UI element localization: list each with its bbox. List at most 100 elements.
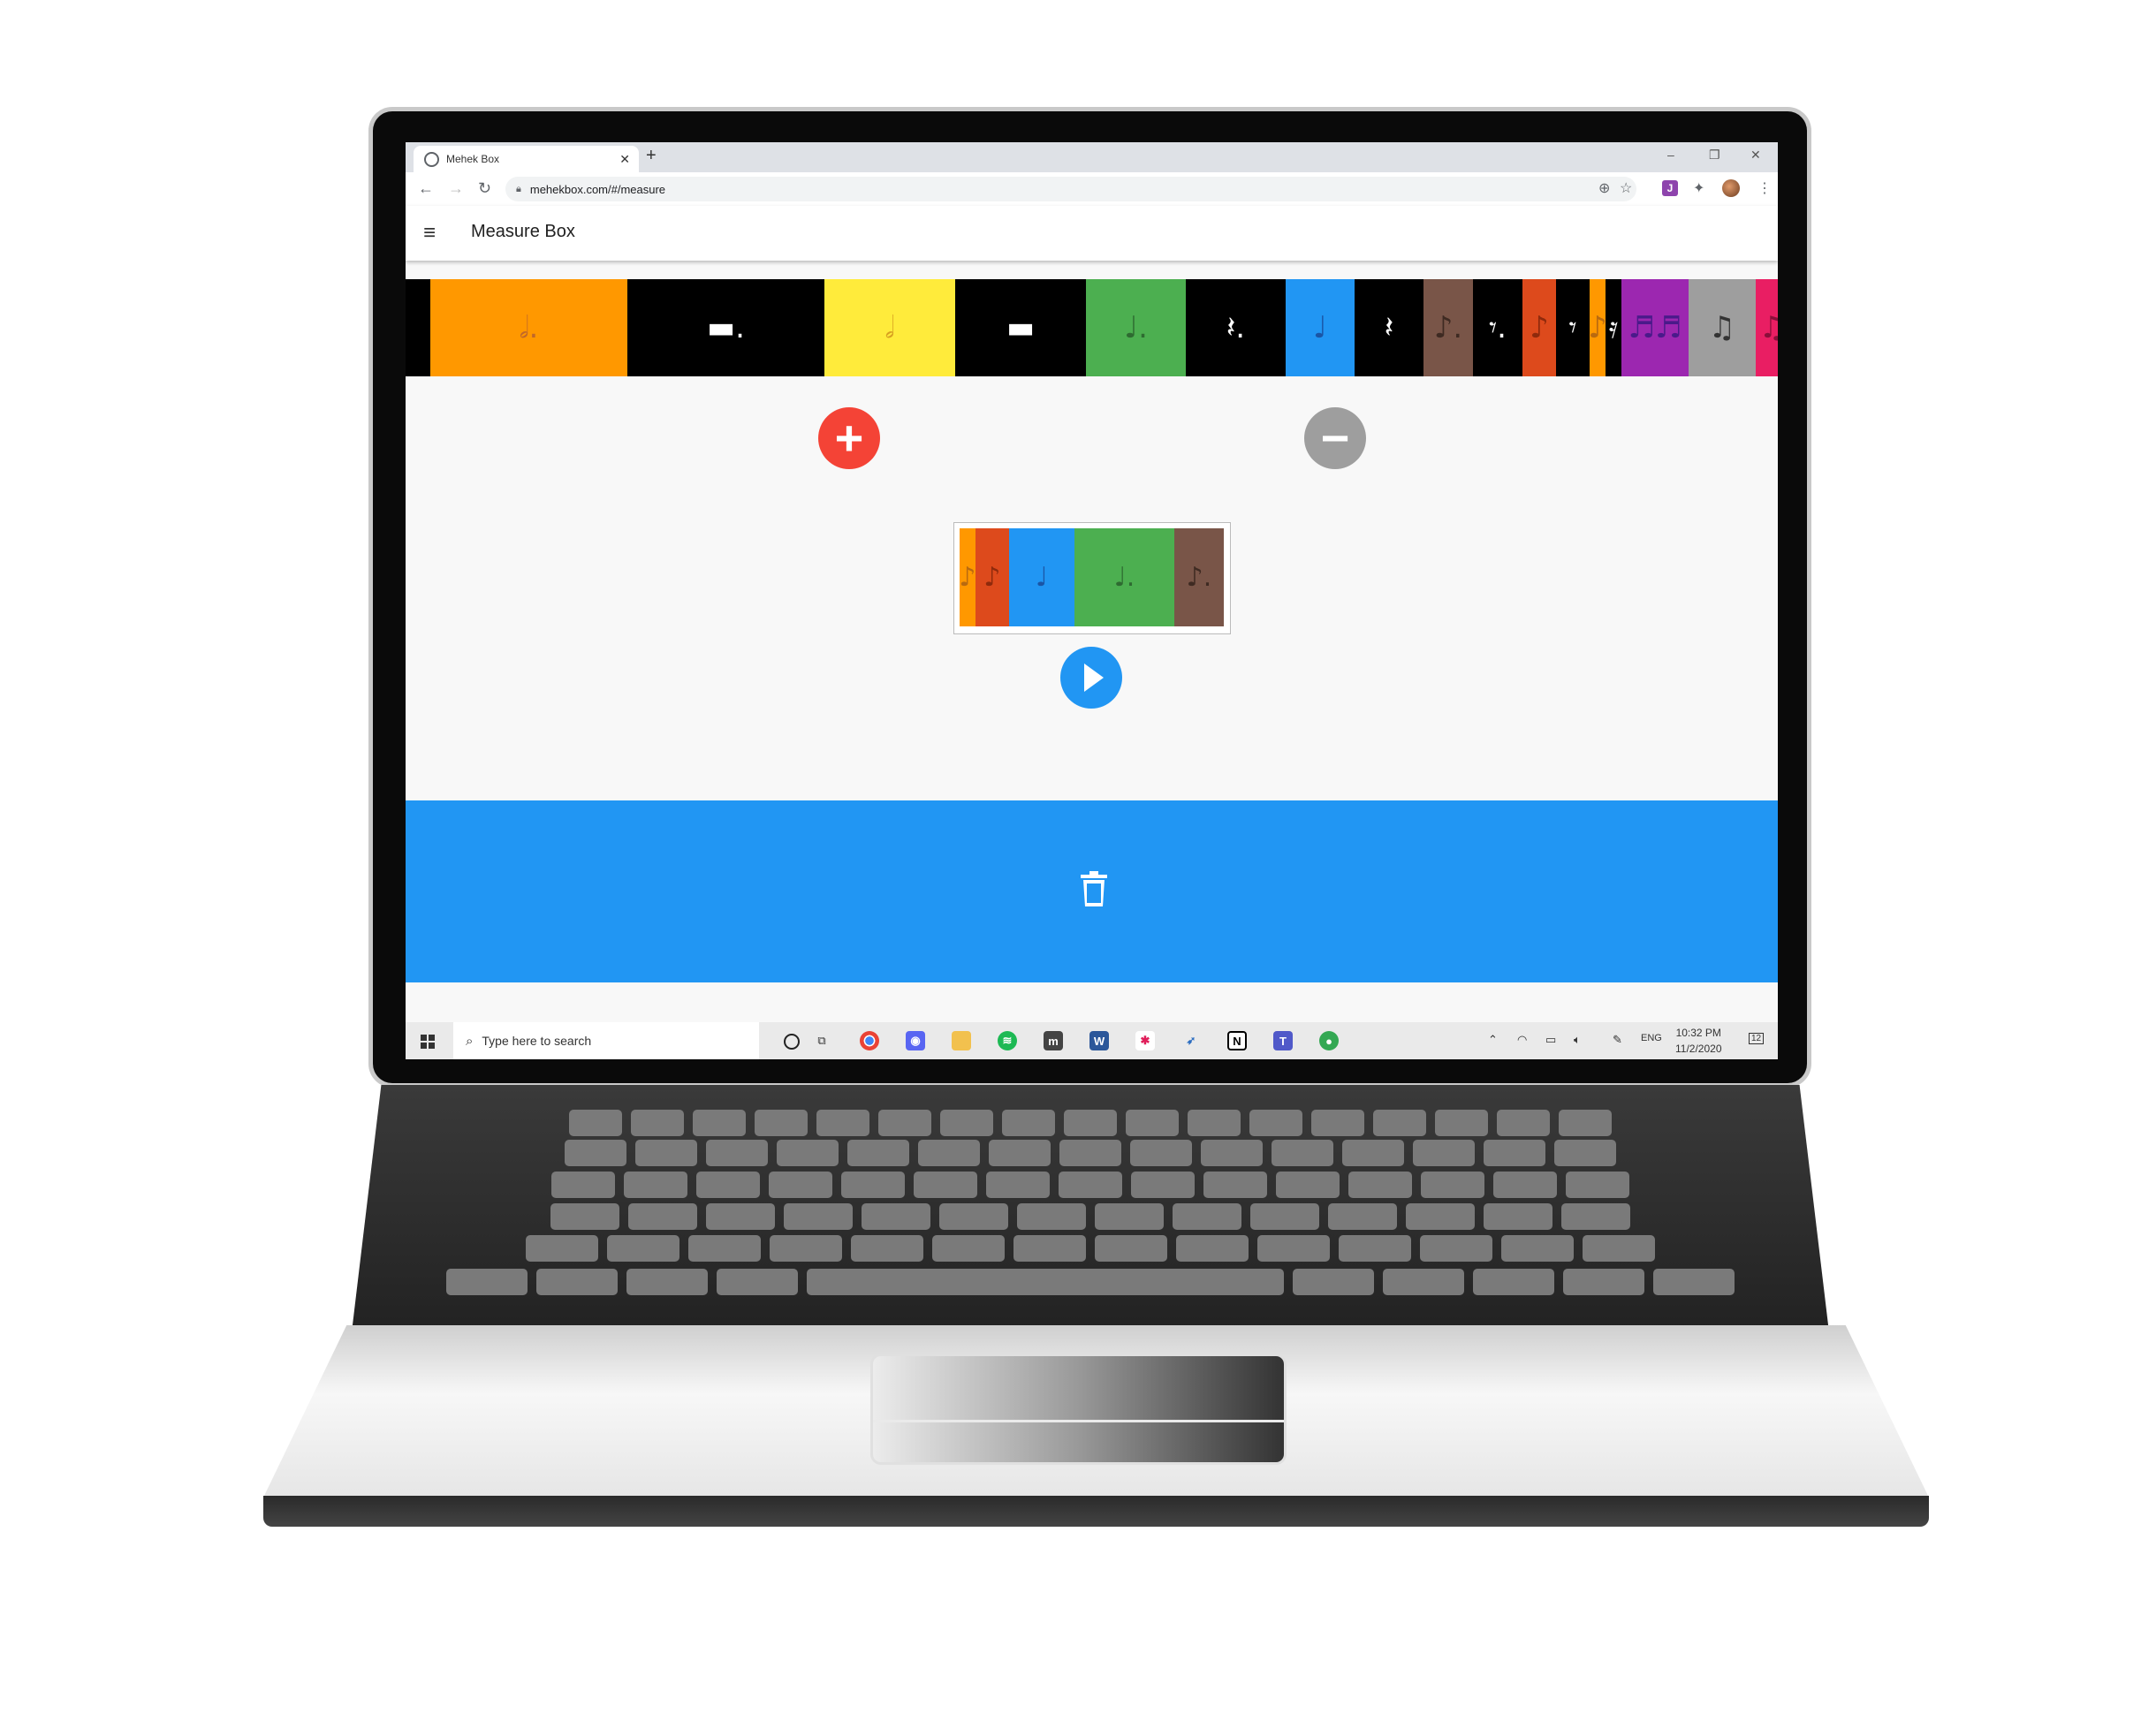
notion-icon[interactable]: N <box>1227 1031 1247 1050</box>
address-bar[interactable]: 🔒︎ mehekbox.com/#/measure <box>505 177 1636 201</box>
keyboard-key <box>1566 1172 1629 1198</box>
trash-drop-zone[interactable] <box>406 800 1778 982</box>
palette-dotted-half-note[interactable]: 𝅗𝅥. <box>430 279 627 376</box>
pen-icon[interactable]: ✎ <box>1613 1033 1622 1047</box>
measure-dotted-eighth-note[interactable]: ♪. <box>1174 528 1224 626</box>
keyboard-key <box>940 1110 993 1136</box>
keyboard-key <box>1501 1235 1574 1262</box>
palette-dotted-eighth-note[interactable]: ♪. <box>1423 279 1473 376</box>
measure-notes: ♪ ♪ ♩ ♩. ♪. <box>959 528 1225 628</box>
forward-arrow-icon[interactable]: → <box>448 179 464 198</box>
measure-quarter-note[interactable]: ♩ <box>1009 528 1074 626</box>
keyboard-key <box>1126 1110 1179 1136</box>
battery-icon[interactable]: ▭ <box>1545 1033 1556 1047</box>
keyboard-key <box>1095 1235 1167 1262</box>
keyboard-key <box>628 1203 697 1230</box>
palette-eighth-note[interactable]: ♪ <box>1522 279 1556 376</box>
palette-half-note[interactable]: 𝅗𝅥 <box>824 279 955 376</box>
measure-sixteenth-note[interactable]: ♪ <box>959 528 976 626</box>
keyboard-key <box>1561 1203 1630 1230</box>
notification-icon[interactable]: 12 <box>1749 1033 1765 1044</box>
palette-dotted-quarter-note[interactable]: ♩. <box>1086 279 1186 376</box>
palette-eighth-rest[interactable]: 𝄾 <box>1556 279 1590 376</box>
chevron-up-icon[interactable]: ⌃ <box>1488 1033 1498 1047</box>
more-icon[interactable]: ⋮ <box>1757 179 1772 197</box>
measure-eighth-note[interactable]: ♪ <box>976 528 1009 626</box>
new-tab-button[interactable]: + <box>646 146 657 166</box>
page-title: Measure Box <box>471 222 575 241</box>
browser-tab[interactable]: Mehek Box ✕ <box>414 146 639 172</box>
keyboard-key <box>1249 1110 1302 1136</box>
keyboard-row <box>352 1172 1829 1198</box>
add-measure-button[interactable]: + <box>818 407 880 469</box>
puzzle-icon[interactable]: ✦ <box>1693 179 1704 197</box>
keyboard-key <box>1484 1140 1545 1166</box>
minimize-button[interactable]: – <box>1667 148 1674 162</box>
play-button[interactable] <box>1060 647 1122 709</box>
star-icon[interactable]: ☆ <box>1620 179 1632 197</box>
keyboard-key <box>1420 1235 1492 1262</box>
restore-button[interactable]: ❐ <box>1709 148 1720 163</box>
file-explorer-icon[interactable] <box>952 1031 971 1050</box>
keyboard-key <box>784 1203 853 1230</box>
keyboard-key <box>631 1110 684 1136</box>
palette-dotted-eighth-rest[interactable]: 𝄾. <box>1473 279 1522 376</box>
keyboard-key <box>816 1110 869 1136</box>
keyboard-row <box>352 1110 1829 1136</box>
profile-avatar[interactable] <box>1722 179 1740 197</box>
palette-dotted-half-rest[interactable]: ▬. <box>627 279 824 376</box>
measure-dotted-quarter-note[interactable]: ♩. <box>1074 528 1174 626</box>
language-indicator[interactable]: ENG <box>1641 1033 1662 1043</box>
window-close-button[interactable]: ✕ <box>1750 148 1761 163</box>
keyboard-key <box>986 1172 1050 1198</box>
tab-close-icon[interactable]: ✕ <box>619 152 630 167</box>
keyboard-key <box>1554 1140 1616 1166</box>
task-view-icon[interactable]: ⧉ <box>812 1031 831 1050</box>
globe-icon <box>424 151 439 167</box>
teams-icon[interactable]: T <box>1273 1031 1293 1050</box>
palette-half-rest[interactable]: ▬ <box>955 279 1086 376</box>
clock[interactable]: 10:32 PM 11/2/2020 <box>1675 1025 1722 1057</box>
keyboard-key <box>851 1235 923 1262</box>
windows-start-icon[interactable] <box>421 1035 435 1049</box>
maps-icon[interactable]: ● <box>1319 1031 1339 1050</box>
palette-quarter-rest[interactable]: 𝄽 <box>1355 279 1423 376</box>
keyboard-key <box>446 1269 528 1295</box>
add-shortcut-icon[interactable]: ⊕ <box>1598 179 1610 197</box>
keyboard-key <box>1176 1235 1249 1262</box>
back-arrow-icon[interactable]: ← <box>418 179 434 198</box>
slack-icon[interactable]: ✱ <box>1135 1031 1155 1050</box>
tab-title: Mehek Box <box>446 153 500 165</box>
keyboard-key <box>1130 1140 1192 1166</box>
palette-sixteenth-rest[interactable]: 𝄿 <box>1606 279 1621 376</box>
keyboard-key <box>550 1203 619 1230</box>
cortana-icon[interactable] <box>784 1034 800 1050</box>
keyboard-key <box>551 1172 615 1198</box>
palette-sixteenth-note[interactable]: ♪ <box>1588 279 1607 376</box>
palette-four-sixteenths[interactable]: ♬♬ <box>1621 279 1689 376</box>
keyboard-key <box>706 1203 775 1230</box>
app-m-icon[interactable]: m <box>1044 1031 1063 1050</box>
clock-time: 10:32 PM <box>1675 1027 1721 1039</box>
palette-two-eighths[interactable]: ♫ <box>1689 279 1756 376</box>
chrome-icon[interactable] <box>860 1031 879 1050</box>
discord-icon[interactable]: ◉ <box>906 1031 925 1050</box>
extension-j-icon[interactable]: J <box>1662 180 1678 196</box>
rocket-icon[interactable]: ➶ <box>1181 1031 1201 1050</box>
wifi-icon[interactable]: ◠ <box>1517 1033 1527 1047</box>
volume-icon[interactable]: 🔈︎ <box>1574 1033 1581 1047</box>
app-bar: ≡ Measure Box <box>406 206 1778 261</box>
palette-eighth-sixteenth[interactable]: ♫ <box>1756 279 1778 376</box>
keyboard-key <box>1064 1110 1117 1136</box>
keyboard-key <box>717 1269 798 1295</box>
spotify-icon[interactable]: ≋ <box>998 1031 1017 1050</box>
keyboard-key <box>1293 1269 1374 1295</box>
reload-icon[interactable]: ↻ <box>478 179 491 198</box>
palette-quarter-note[interactable]: ♩ <box>1286 279 1355 376</box>
palette-dotted-quarter-rest[interactable]: 𝄽. <box>1186 279 1286 376</box>
remove-measure-button[interactable]: − <box>1304 407 1366 469</box>
taskbar-search[interactable]: ⌕ Type here to search <box>453 1022 759 1059</box>
menu-icon[interactable]: ≡ <box>423 221 436 246</box>
word-icon[interactable]: W <box>1089 1031 1109 1050</box>
keyboard-key <box>777 1140 839 1166</box>
